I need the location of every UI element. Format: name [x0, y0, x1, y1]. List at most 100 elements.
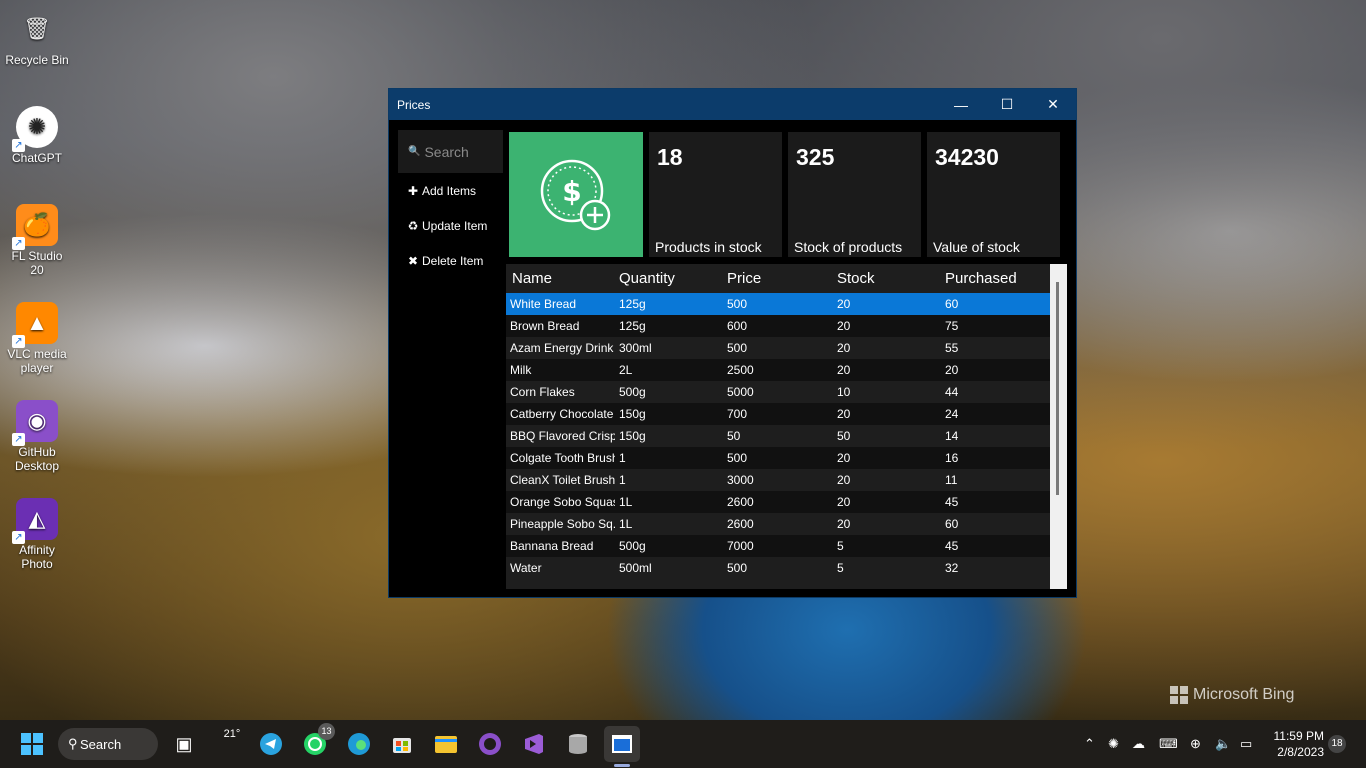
- clock-time: 11:59 PM: [1273, 729, 1324, 743]
- weather-widget[interactable]: 21°: [214, 726, 250, 762]
- task-view-icon[interactable]: ▣: [166, 726, 202, 762]
- table-cell-stock: 20: [837, 297, 851, 311]
- table-cell-purchased: 20: [945, 363, 959, 377]
- onedrive-icon[interactable]: ☁: [1132, 720, 1145, 768]
- github-icon[interactable]: [472, 726, 508, 762]
- table-header: Name Quantity Price Stock Purchased: [506, 264, 1067, 293]
- prices-app-icon[interactable]: [604, 726, 640, 762]
- database-icon[interactable]: [560, 726, 596, 762]
- telegram-icon[interactable]: [253, 726, 289, 762]
- table-cell-price: 5000: [727, 385, 754, 399]
- language-icon[interactable]: ⊕: [1190, 720, 1201, 768]
- stat-label: Value of stock: [933, 239, 1020, 255]
- shortcut-arrow-icon: ↗: [12, 335, 25, 348]
- window-title: Prices: [397, 97, 431, 112]
- vertical-scrollbar[interactable]: [1050, 264, 1067, 589]
- chatgpt-icon: ✺ ↗: [12, 106, 58, 152]
- table-cell-quantity: 150g: [619, 407, 646, 421]
- table-cell-name: Corn Flakes: [510, 385, 575, 399]
- table-row[interactable]: BBQ Flavored Crisps 150g 50 50 14: [506, 425, 1050, 447]
- table-row[interactable]: Milk 2L 2500 20 20: [506, 359, 1050, 381]
- table-row[interactable]: Orange Sobo Squash 1L 2600 20 45: [506, 491, 1050, 513]
- column-header-quantity[interactable]: Quantity: [615, 270, 723, 287]
- table-row[interactable]: Bannana Bread 500g 7000 5 45: [506, 535, 1050, 557]
- desktop-icon-label: VLC media player: [7, 347, 67, 375]
- stats-cards: $ 18 Products in stock 325 Stock of prod…: [509, 132, 1060, 257]
- desktop-icon-github-desktop[interactable]: ◉ ↗ GitHub Desktop: [4, 400, 70, 473]
- column-header-name[interactable]: Name: [506, 270, 615, 287]
- clock[interactable]: 11:59 PM 2/8/2023: [1268, 728, 1324, 760]
- whatsapp-icon[interactable]: 13: [297, 723, 335, 762]
- close-button[interactable]: ✕: [1030, 89, 1076, 120]
- update-item-label: Update Item: [422, 218, 488, 233]
- table-row[interactable]: CleanX Toilet Brush 1 3000 20 11: [506, 469, 1050, 491]
- search-input[interactable]: 🔍 Search: [398, 130, 503, 173]
- column-header-stock[interactable]: Stock: [833, 270, 941, 287]
- maximize-button[interactable]: ☐: [984, 89, 1030, 120]
- keyboard-icon[interactable]: ⌨: [1159, 720, 1178, 768]
- chatgpt-tray-icon[interactable]: ✺: [1108, 720, 1119, 768]
- show-hidden-icons[interactable]: ⌃: [1084, 720, 1095, 768]
- table-cell-purchased: 60: [945, 517, 959, 531]
- volume-icon[interactable]: 🔈: [1215, 720, 1231, 768]
- products-in-stock-card: 18 Products in stock: [649, 132, 782, 257]
- table-cell-stock: 50: [837, 429, 851, 443]
- table-row[interactable]: Brown Bread 125g 600 20 75: [506, 315, 1050, 337]
- table-row[interactable]: Water 500ml 500 5 32: [506, 557, 1050, 579]
- delete-item-label: Delete Item: [422, 253, 484, 268]
- table-cell-stock: 20: [837, 517, 851, 531]
- scrollbar-thumb[interactable]: [1056, 282, 1059, 495]
- edge-icon[interactable]: [341, 726, 377, 762]
- table-cell-stock: 5: [837, 561, 844, 575]
- table-row[interactable]: Azam Energy Drink 300ml 500 20 55: [506, 337, 1050, 359]
- desktop-icon-label: Recycle Bin: [5, 53, 69, 67]
- table-cell-name: Water: [510, 561, 542, 575]
- stat-value: 18: [657, 144, 683, 170]
- table-cell-quantity: 1L: [619, 495, 633, 509]
- table-row[interactable]: Catberry Chocolate ... 150g 700 20 24: [506, 403, 1050, 425]
- column-header-price[interactable]: Price: [723, 270, 833, 287]
- table-cell-name: Bannana Bread: [510, 539, 594, 553]
- desktop-icon-label: Affinity Photo: [19, 543, 55, 571]
- add-items-button[interactable]: ✚ Add Items: [398, 173, 503, 208]
- file-explorer-icon[interactable]: [428, 726, 464, 762]
- desktop-icon-vlc[interactable]: ▲ ↗ VLC media player: [4, 302, 70, 375]
- table-cell-name: Colgate Tooth Brush: [510, 451, 615, 465]
- title-bar[interactable]: Prices — ☐ ✕: [389, 89, 1076, 120]
- shortcut-arrow-icon: ↗: [12, 433, 25, 446]
- desktop-icon-affinity-photo[interactable]: ◭ ↗ Affinity Photo: [4, 498, 70, 571]
- table-cell-quantity: 300ml: [619, 341, 652, 355]
- column-header-purchased[interactable]: Purchased: [941, 270, 1050, 287]
- desktop-icon-recycle-bin[interactable]: 🗑 Recycle Bin: [4, 8, 70, 67]
- table-cell-price: 7000: [727, 539, 754, 553]
- taskbar-search[interactable]: ⚲ Search: [58, 728, 158, 760]
- update-item-button[interactable]: ♻ Update Item: [398, 208, 503, 243]
- affinity-photo-icon: ◭ ↗: [12, 498, 58, 544]
- table-body: White Bread 125g 500 20 60 Brown Bread 125g 600…: [506, 293, 1067, 579]
- table-row[interactable]: Pineapple Sobo Sq... 1L 2600 20 60: [506, 513, 1050, 535]
- prices-window: Prices — ☐ ✕ 🔍 Search ✚ Add Items ♻ Upda…: [388, 88, 1077, 598]
- battery-icon[interactable]: ▭: [1240, 720, 1252, 768]
- table-row[interactable]: Corn Flakes 500g 5000 10 44: [506, 381, 1050, 403]
- store-icon[interactable]: [384, 726, 420, 762]
- stat-value: 34230: [935, 144, 999, 170]
- notification-badge[interactable]: 18: [1328, 735, 1346, 753]
- desktop-icon-chatgpt[interactable]: ✺ ↗ ChatGPT: [4, 106, 70, 165]
- table-cell-price: 500: [727, 561, 748, 575]
- table-row[interactable]: Colgate Tooth Brush 1 500 20 16: [506, 447, 1050, 469]
- desktop-icon-fl-studio[interactable]: 🍊 ↗ FL Studio 20: [4, 204, 70, 277]
- sidebar: 🔍 Search ✚ Add Items ♻ Update Item ✖ Del…: [398, 130, 503, 278]
- table-cell-quantity: 1: [619, 451, 626, 465]
- search-icon: 🔍: [408, 146, 421, 157]
- visual-studio-icon[interactable]: [516, 726, 552, 762]
- start-button[interactable]: [14, 726, 50, 762]
- products-table[interactable]: Name Quantity Price Stock Purchased Whit…: [506, 264, 1067, 589]
- shortcut-arrow-icon: ↗: [12, 531, 25, 544]
- table-cell-stock: 20: [837, 319, 851, 333]
- table-cell-purchased: 16: [945, 451, 959, 465]
- minimize-button[interactable]: —: [938, 89, 984, 120]
- table-cell-stock: 10: [837, 385, 851, 399]
- table-row[interactable]: White Bread 125g 500 20 60: [506, 293, 1050, 315]
- delete-item-button[interactable]: ✖ Delete Item: [398, 243, 503, 278]
- stock-of-products-card: 325 Stock of products: [788, 132, 921, 257]
